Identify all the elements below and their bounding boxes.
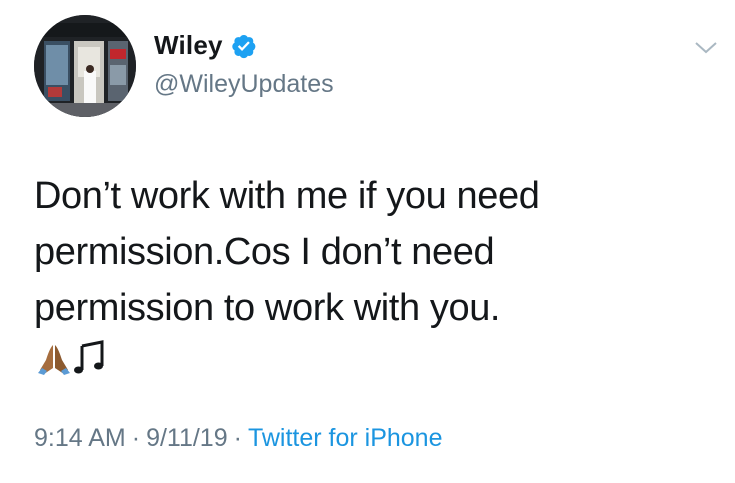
chevron-down-icon[interactable]	[693, 38, 719, 58]
musical-notes-icon	[72, 336, 106, 392]
verified-badge-icon	[231, 33, 257, 59]
meta-separator: ·	[131, 424, 141, 452]
emoji-group	[36, 336, 694, 392]
display-name[interactable]: Wiley	[154, 30, 223, 61]
tweet-source-link[interactable]: Twitter for iPhone	[248, 424, 443, 452]
tweet-text-line: permission.Cos I don’t need	[34, 231, 495, 273]
tweet-meta: 9:14 AM · 9/11/19 · Twitter for iPhone	[34, 424, 442, 453]
tweet-date[interactable]: 9/11/19	[146, 424, 228, 452]
user-handle[interactable]: @WileyUpdates	[154, 70, 334, 99]
avatar-image	[34, 15, 136, 117]
meta-separator: ·	[233, 424, 242, 452]
tweet-text: Don’t work with me if you need permissio…	[34, 168, 694, 392]
avatar[interactable]	[34, 15, 136, 117]
folded-hands-icon	[36, 336, 72, 392]
tweet-time[interactable]: 9:14 AM	[34, 424, 126, 452]
tweet-text-line: Don’t work with me if you need	[34, 175, 540, 217]
tweet-card: Wiley @WileyUpdates Don’t work with me i…	[0, 0, 735, 483]
tweet-text-line: permission to work with you.	[34, 280, 694, 392]
name-row: Wiley	[154, 30, 257, 61]
